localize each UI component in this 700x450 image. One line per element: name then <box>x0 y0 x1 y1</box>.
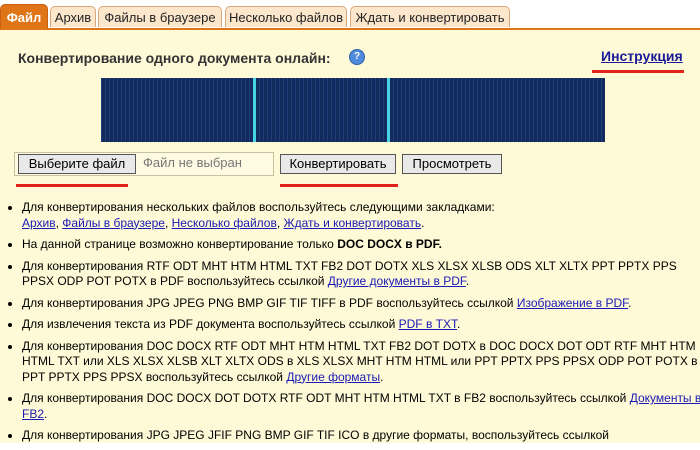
page-title: Конвертирование одного документа онлайн: <box>18 50 331 66</box>
tab-multiple-files[interactable]: Несколько файлов <box>225 6 347 27</box>
info-list: Для конвертирования нескольких файлов во… <box>8 200 700 450</box>
link-archive[interactable]: Архив <box>22 216 56 230</box>
tab-wait-and-convert[interactable]: Ждать и конвертировать <box>350 6 510 27</box>
banner-stripe <box>387 78 390 142</box>
tab-archive[interactable]: Архив <box>50 6 96 27</box>
banner-stripe <box>253 78 256 142</box>
list-item: На данной странице возможно конвертирова… <box>22 237 700 253</box>
banner-segment <box>259 78 385 142</box>
file-status: Файл не выбран <box>143 155 242 170</box>
tab-file[interactable]: Файл <box>0 4 48 29</box>
list-item: Для конвертирования JPG JPEG JFIF PNG BM… <box>22 428 700 444</box>
link-wait-and-convert[interactable]: Ждать и конвертировать <box>284 216 422 230</box>
list-item: Для извлечения текста из PDF документа в… <box>22 317 700 333</box>
instruction-link[interactable]: Инструкция <box>601 48 683 64</box>
list-item: Для конвертирования DOC DOCX DOT DOTX RT… <box>22 391 700 422</box>
banner-segment <box>101 78 251 142</box>
link-other-formats[interactable]: Другие форматы <box>286 370 380 384</box>
banner-graphic <box>101 78 605 142</box>
link-multiple-files[interactable]: Несколько файлов <box>172 216 277 230</box>
link-image-to-pdf[interactable]: Изображение в PDF <box>517 296 628 310</box>
link-pdf-to-txt[interactable]: PDF в TXT <box>399 317 457 331</box>
choose-file-button[interactable]: Выберите файл <box>18 154 136 174</box>
list-item: Для конвертирования нескольких файлов во… <box>22 200 700 231</box>
banner-segment <box>393 78 605 142</box>
list-item: Для конвертирования JPG JPEG PNG BMP GIF… <box>22 296 700 312</box>
link-other-docs-to-pdf[interactable]: Другие документы в PDF <box>328 274 466 288</box>
list-item: Для конвертирования DOC DOCX RTF ODT MHT… <box>22 339 700 386</box>
main-panel: Конвертирование одного документа онлайн:… <box>0 28 700 443</box>
list-item: Для конвертирования RTF ODT MHT HTM HTML… <box>22 259 700 290</box>
highlight-underline <box>280 184 398 187</box>
view-button[interactable]: Просмотреть <box>402 154 502 174</box>
tab-bar: Файл Архив Файлы в браузере Несколько фа… <box>0 0 700 29</box>
link-files-in-browser[interactable]: Файлы в браузере <box>62 216 165 230</box>
convert-button[interactable]: Конвертировать <box>280 154 396 174</box>
help-icon[interactable]: ? <box>349 49 365 65</box>
highlight-underline <box>16 184 128 187</box>
tab-files-in-browser[interactable]: Файлы в браузере <box>98 6 222 27</box>
highlight-underline <box>592 70 684 73</box>
